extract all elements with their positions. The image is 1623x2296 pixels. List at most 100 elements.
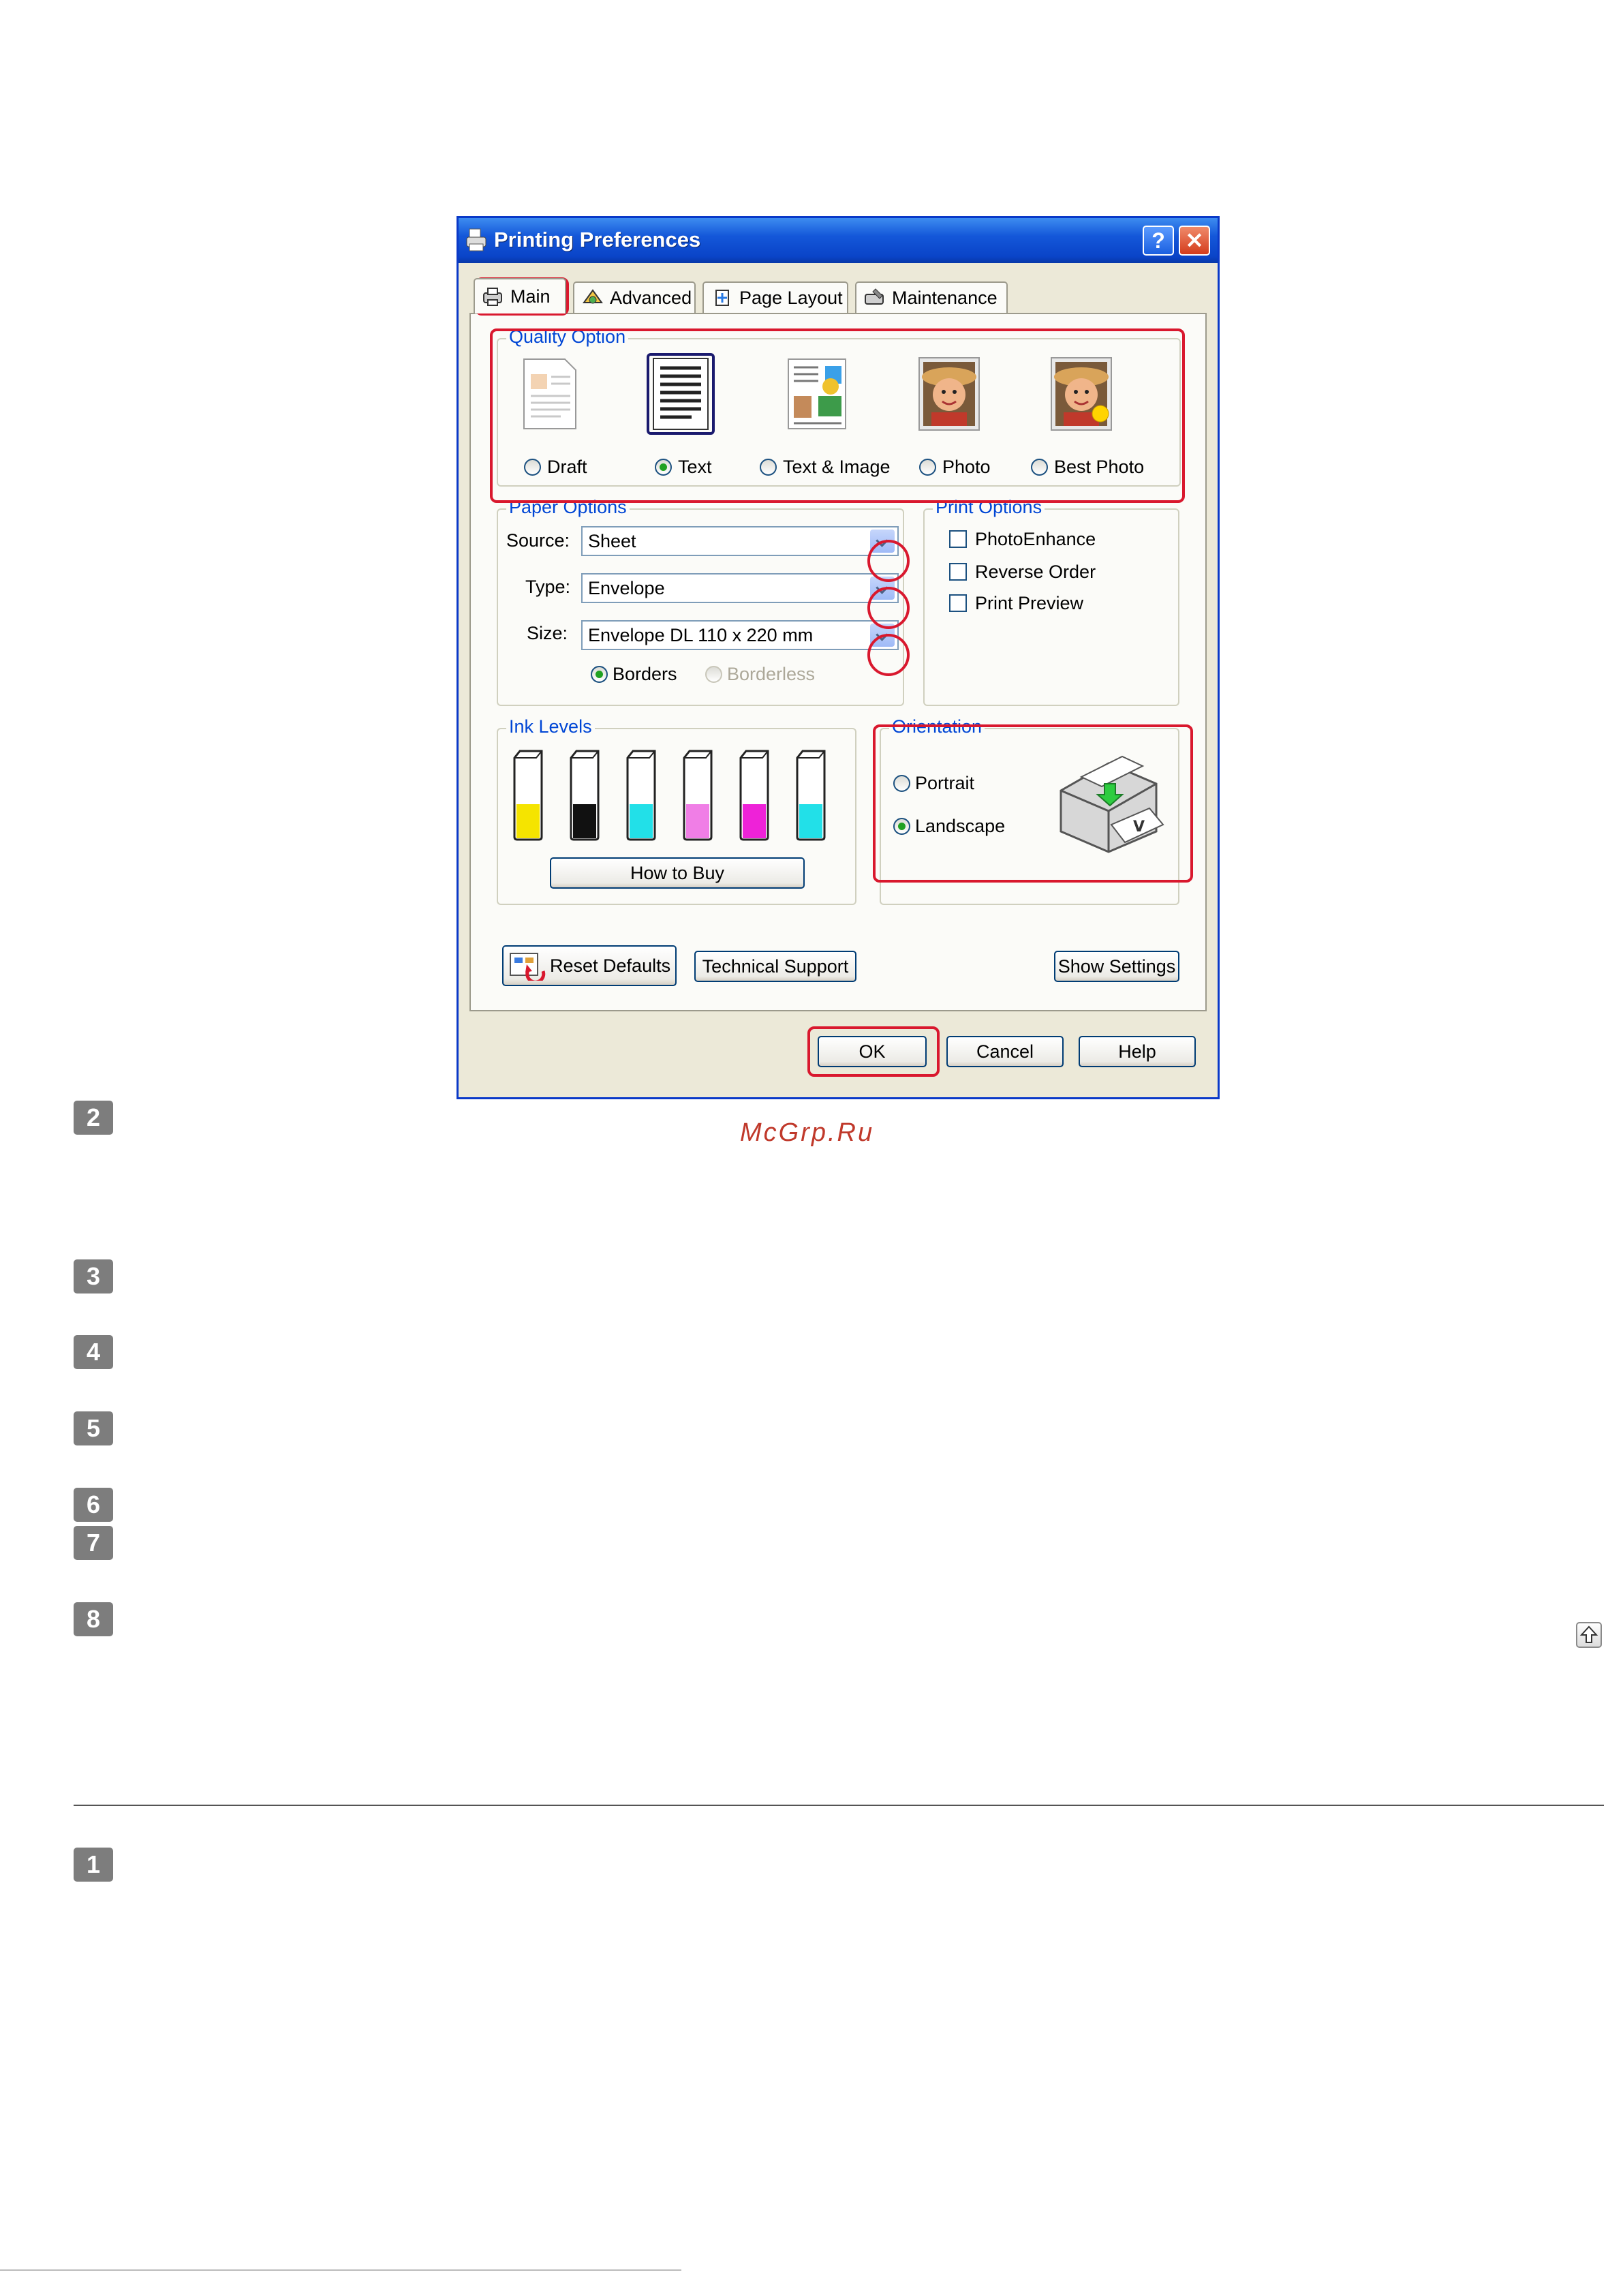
tab-advanced[interactable]: Advanced	[573, 281, 696, 313]
photoenhance-checkbox[interactable]	[949, 530, 967, 548]
best-photo-quality-icon	[1051, 357, 1112, 431]
draft-quality-icon	[523, 358, 576, 429]
printer-icon	[466, 228, 486, 251]
borderless-label: Borderless	[727, 664, 816, 684]
main-tab-panel: Quality Option Draft Text Text & Image P…	[469, 313, 1207, 1011]
title-bar[interactable]: Printing Preferences ? ✕	[459, 218, 1218, 263]
orientation-legend: Orientation	[889, 716, 985, 737]
ink-tank	[796, 750, 826, 841]
print-options-legend: Print Options	[933, 497, 1045, 518]
show-settings-button[interactable]: Show Settings	[1054, 951, 1179, 982]
quality-radio-text-image[interactable]	[760, 459, 777, 476]
tab-main[interactable]: Main	[474, 278, 566, 313]
reset-defaults-button[interactable]: Reset Defaults	[502, 945, 677, 986]
help-button[interactable]: Help	[1079, 1036, 1196, 1067]
portrait-label: Portrait	[915, 773, 975, 793]
quality-option-legend: Quality Option	[506, 326, 629, 348]
landscape-radio[interactable]	[893, 818, 910, 835]
step-badge: 7	[74, 1526, 113, 1560]
tab-label: Maintenance	[892, 287, 998, 308]
tab-label: Advanced	[610, 287, 692, 308]
print-preview-checkbox[interactable]	[949, 594, 967, 612]
borders-label: Borders	[613, 664, 677, 684]
section-divider	[74, 1805, 1604, 1806]
type-select[interactable]: Envelope	[581, 573, 899, 603]
step-badge: 1	[74, 1848, 113, 1882]
portrait-radio[interactable]	[893, 775, 910, 792]
quality-radio-draft[interactable]	[524, 459, 541, 476]
type-label: Type:	[525, 577, 571, 597]
paper-options-legend: Paper Options	[506, 497, 630, 518]
technical-support-button[interactable]: Technical Support	[694, 951, 856, 982]
watermark: McGrp.Ru	[740, 1118, 875, 1147]
print-preview-label: Print Preview	[975, 593, 1084, 613]
borderless-radio[interactable]	[705, 666, 722, 683]
borders-radio[interactable]	[591, 666, 608, 683]
source-value: Sheet	[588, 531, 636, 551]
reverse-order-checkbox[interactable]	[949, 563, 967, 581]
how-to-buy-button[interactable]: How to Buy	[550, 857, 805, 889]
tab-maintenance[interactable]: Maintenance	[855, 281, 1008, 313]
ok-button[interactable]: OK	[818, 1036, 927, 1067]
step-badge: 6	[74, 1488, 113, 1522]
text-quality-icon-frame	[647, 353, 715, 435]
photoenhance-label: PhotoEnhance	[975, 529, 1096, 549]
reverse-order-label: Reverse Order	[975, 562, 1096, 582]
source-label: Source:	[506, 530, 570, 551]
title-close-button[interactable]: ✕	[1179, 226, 1210, 256]
bottom-rule	[0, 2269, 681, 2271]
step-badge: 8	[74, 1602, 113, 1636]
orientation-group: Orientation Portrait Landscape V	[880, 716, 1179, 905]
source-select[interactable]: Sheet	[581, 526, 899, 556]
ink-levels-group: Ink Levels How to Buy	[497, 716, 856, 905]
quality-radio-photo[interactable]	[919, 459, 936, 476]
tab-page-layout[interactable]: Page Layout	[702, 281, 848, 313]
quality-label-photo: Photo	[942, 457, 991, 477]
quality-radio-text[interactable]	[655, 459, 672, 476]
ink-tank	[513, 750, 543, 841]
ink-levels-legend: Ink Levels	[506, 716, 595, 737]
main-tab-icon	[483, 288, 502, 306]
quality-option-group: Quality Option Draft Text Text & Image P…	[497, 326, 1181, 487]
maintenance-tab-icon	[865, 288, 884, 305]
quality-label-text: Text	[678, 457, 712, 477]
chevron-down-icon[interactable]	[870, 577, 895, 600]
quality-label-best-photo: Best Photo	[1054, 457, 1145, 477]
landscape-printer-icon: V	[1060, 755, 1164, 853]
tab-label: Main	[510, 286, 551, 307]
step-badge: 2	[74, 1101, 113, 1135]
svg-text:V: V	[1133, 818, 1145, 836]
title-help-button[interactable]: ?	[1143, 226, 1174, 256]
ink-tank	[739, 750, 769, 841]
type-value: Envelope	[588, 578, 665, 598]
landscape-label: Landscape	[915, 816, 1006, 836]
ink-tank	[626, 750, 656, 841]
page-layout-tab-icon	[715, 290, 729, 306]
cancel-button[interactable]: Cancel	[946, 1036, 1064, 1067]
step-badge: 4	[74, 1335, 113, 1369]
tab-label: Page Layout	[739, 287, 843, 308]
reset-defaults-label: Reset Defaults	[550, 955, 671, 976]
back-to-top-button[interactable]	[1576, 1622, 1602, 1648]
step-badge: 3	[74, 1259, 113, 1294]
text-image-quality-icon	[788, 358, 846, 429]
size-select[interactable]: Envelope DL 110 x 220 mm	[581, 620, 899, 650]
size-value: Envelope DL 110 x 220 mm	[588, 625, 814, 645]
size-label: Size:	[527, 623, 568, 643]
up-arrow-icon	[1579, 1625, 1598, 1643]
quality-label-draft: Draft	[547, 457, 587, 477]
window-title: Printing Preferences	[494, 228, 701, 251]
quality-label-text-image: Text & Image	[783, 457, 891, 477]
quality-radio-best-photo[interactable]	[1031, 459, 1048, 476]
print-options-group: Print Options PhotoEnhance Reverse Order…	[923, 497, 1179, 706]
advanced-tab-icon	[583, 289, 603, 304]
ink-tanks	[510, 750, 851, 845]
ink-tank	[570, 750, 600, 841]
step-badge: 5	[74, 1411, 113, 1445]
printing-preferences-dialog: Printing Preferences ? ✕ Main Advanced P…	[457, 216, 1220, 1099]
ink-tank	[683, 750, 713, 841]
chevron-down-icon[interactable]	[870, 530, 895, 553]
chevron-down-icon[interactable]	[870, 624, 895, 647]
text-quality-icon	[653, 358, 709, 430]
paper-options-group: Paper Options Source: Sheet Type: Envelo…	[497, 497, 904, 706]
